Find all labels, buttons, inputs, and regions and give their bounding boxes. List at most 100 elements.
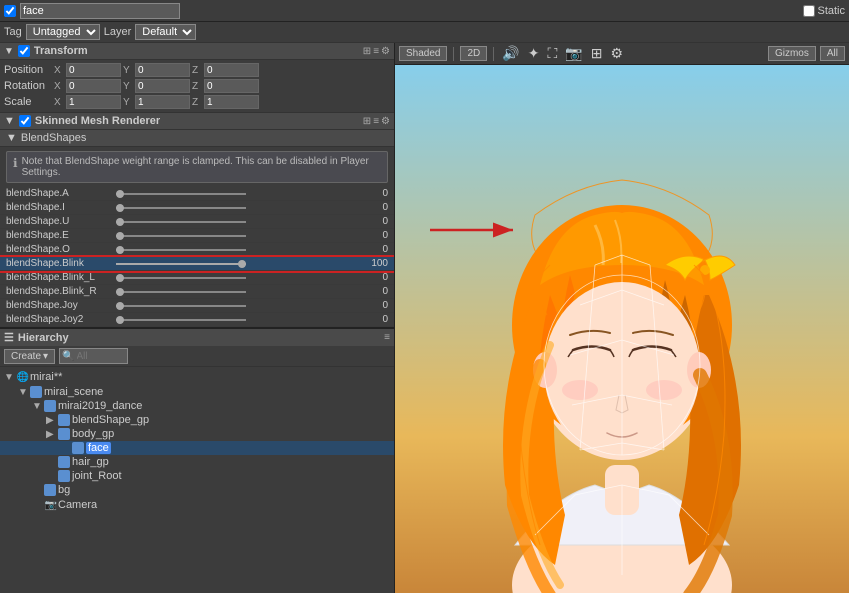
tree-arrow-mirai: ▼ <box>4 372 16 383</box>
object-header: Static <box>0 0 849 22</box>
object-enabled-checkbox[interactable] <box>4 5 16 17</box>
tree-icon-mirai: 🌐 <box>16 370 30 384</box>
tree-item-mirai_scene[interactable]: ▼mirai_scene <box>0 385 394 399</box>
pos-x-input[interactable] <box>66 63 121 77</box>
pos-x-label: X <box>54 65 64 76</box>
tree-item-face[interactable]: face <box>0 441 394 455</box>
tree-icon-mirai2019_dance <box>44 400 56 412</box>
rot-x-label: X <box>54 81 64 92</box>
blend-shape-row-1[interactable]: blendShape.I0 <box>0 201 394 215</box>
blend-shape-row-6[interactable]: blendShape.Blink_L0 <box>0 271 394 285</box>
blend-slider-4[interactable] <box>116 249 246 251</box>
blend-shape-row-3[interactable]: blendShape.E0 <box>0 229 394 243</box>
shading-dropdown[interactable]: Shaded <box>399 46 447 61</box>
settings-icon[interactable]: ⚙ <box>608 45 625 62</box>
rot-y-label: Y <box>123 81 133 92</box>
scale-z-input[interactable] <box>204 95 259 109</box>
scale-x-label: X <box>54 97 64 108</box>
tree-label-bg: bg <box>58 484 70 496</box>
pos-z-input[interactable] <box>204 63 259 77</box>
blend-slider-container-2 <box>116 221 358 223</box>
gizmos-button[interactable]: Gizmos <box>768 46 816 61</box>
separator2 <box>493 47 494 61</box>
blend-shape-row-5[interactable]: blendShape.Blink100 <box>0 257 394 271</box>
transform-title: Transform <box>34 45 88 57</box>
blend-shape-row-2[interactable]: blendShape.U0 <box>0 215 394 229</box>
skinned-mesh-header[interactable]: ▼ Skinned Mesh Renderer ⊞ ≡ ⚙ <box>0 112 394 130</box>
pos-y-input[interactable] <box>135 63 190 77</box>
blend-shape-name-8: blendShape.Joy <box>6 300 116 311</box>
blend-value-6: 0 <box>358 272 388 283</box>
blend-slider-2[interactable] <box>116 221 246 223</box>
rotation-label: Rotation <box>4 80 54 92</box>
blend-slider-5[interactable] <box>116 263 246 265</box>
tree-label-blendshape_gp: blendShape_gp <box>72 414 149 426</box>
character-illustration <box>395 65 849 593</box>
layer-dropdown[interactable]: Default <box>135 24 196 40</box>
blend-value-9: 0 <box>358 314 388 325</box>
rot-z-input[interactable] <box>204 79 259 93</box>
viewport-toolbar: Shaded 2D 🔊 ✦ ⛶ 📷 ⊞ ⚙ Gizmos All <box>395 43 849 65</box>
tree-icon-face <box>72 442 84 454</box>
blend-slider-container-4 <box>116 249 358 251</box>
tree-label-body_gp: body_gp <box>72 428 114 440</box>
rot-x-input[interactable] <box>66 79 121 93</box>
tree-item-blendshape_gp[interactable]: ▶blendShape_gp <box>0 413 394 427</box>
scene-icon[interactable]: ⛶ <box>545 45 559 62</box>
static-checkbox[interactable] <box>803 5 815 17</box>
audio-icon[interactable]: 🔊 <box>500 45 521 62</box>
tree-item-joint_Root[interactable]: joint_Root <box>0 469 394 483</box>
hierarchy-options: ≡ <box>384 332 390 343</box>
2d-button[interactable]: 2D <box>460 46 487 61</box>
rot-y-input[interactable] <box>135 79 190 93</box>
skinned-arrow: ▼ <box>4 115 15 127</box>
blend-slider-8[interactable] <box>116 305 246 307</box>
tree-item-mirai[interactable]: ▼🌐mirai* <box>0 369 394 385</box>
blend-shape-row-0[interactable]: blendShape.A0 <box>0 187 394 201</box>
viewport-canvas[interactable] <box>395 65 849 593</box>
blend-slider-3[interactable] <box>116 235 246 237</box>
transform-icon3: ⚙ <box>381 46 390 57</box>
scale-x-input[interactable] <box>66 95 121 109</box>
static-label: Static <box>817 5 845 17</box>
tree-item-mirai2019_dance[interactable]: ▼mirai2019_dance <box>0 399 394 413</box>
tag-dropdown[interactable]: Untagged <box>26 24 100 40</box>
blend-shape-row-7[interactable]: blendShape.Blink_R0 <box>0 285 394 299</box>
pos-y-label: Y <box>123 65 133 76</box>
skinned-title: Skinned Mesh Renderer <box>35 115 160 127</box>
blendshapes-list: blendShape.A0blendShape.I0blendShape.U0b… <box>0 187 394 327</box>
transform-section-header[interactable]: ▼ Transform ⊞ ≡ ⚙ <box>0 43 394 60</box>
tree-icon-blendshape_gp <box>58 414 70 426</box>
tree-item-Camera[interactable]: 📷Camera <box>0 497 394 513</box>
camera-icon[interactable]: 📷 <box>563 45 584 62</box>
tree-item-bg[interactable]: bg <box>0 483 394 497</box>
position-label: Position <box>4 64 54 76</box>
blend-slider-6[interactable] <box>116 277 246 279</box>
blend-shape-row-8[interactable]: blendShape.Joy0 <box>0 299 394 313</box>
grid-icon[interactable]: ⊞ <box>589 45 605 62</box>
blendshapes-header[interactable]: ▼ BlendShapes <box>0 130 394 147</box>
blend-slider-7[interactable] <box>116 291 246 293</box>
blend-slider-0[interactable] <box>116 193 246 195</box>
scale-row: Scale X Y Z <box>4 94 390 110</box>
scale-y-input[interactable] <box>135 95 190 109</box>
tree-icon-joint_Root <box>58 470 70 482</box>
blend-shape-name-2: blendShape.U <box>6 216 116 227</box>
blend-slider-container-0 <box>116 193 358 195</box>
blend-slider-1[interactable] <box>116 207 246 209</box>
tree-item-hair_gp[interactable]: hair_gp <box>0 455 394 469</box>
blend-shape-row-9[interactable]: blendShape.Joy20 <box>0 313 394 327</box>
create-button[interactable]: Create ▾ <box>4 349 55 364</box>
object-name-input[interactable] <box>20 3 180 19</box>
transform-enabled[interactable] <box>18 45 30 57</box>
viewport: Shaded 2D 🔊 ✦ ⛶ 📷 ⊞ ⚙ Gizmos All <box>395 43 849 593</box>
all-button[interactable]: All <box>820 46 845 61</box>
hierarchy-search-input[interactable] <box>75 348 125 364</box>
transform-icons: ⊞ ≡ ⚙ <box>363 46 390 57</box>
blend-shape-row-4[interactable]: blendShape.O0 <box>0 243 394 257</box>
blend-slider-9[interactable] <box>116 319 246 321</box>
effects-icon[interactable]: ✦ <box>526 45 542 62</box>
tree-label-hair_gp: hair_gp <box>72 456 109 468</box>
tree-item-body_gp[interactable]: ▶body_gp <box>0 427 394 441</box>
skinned-enabled[interactable] <box>19 115 31 127</box>
